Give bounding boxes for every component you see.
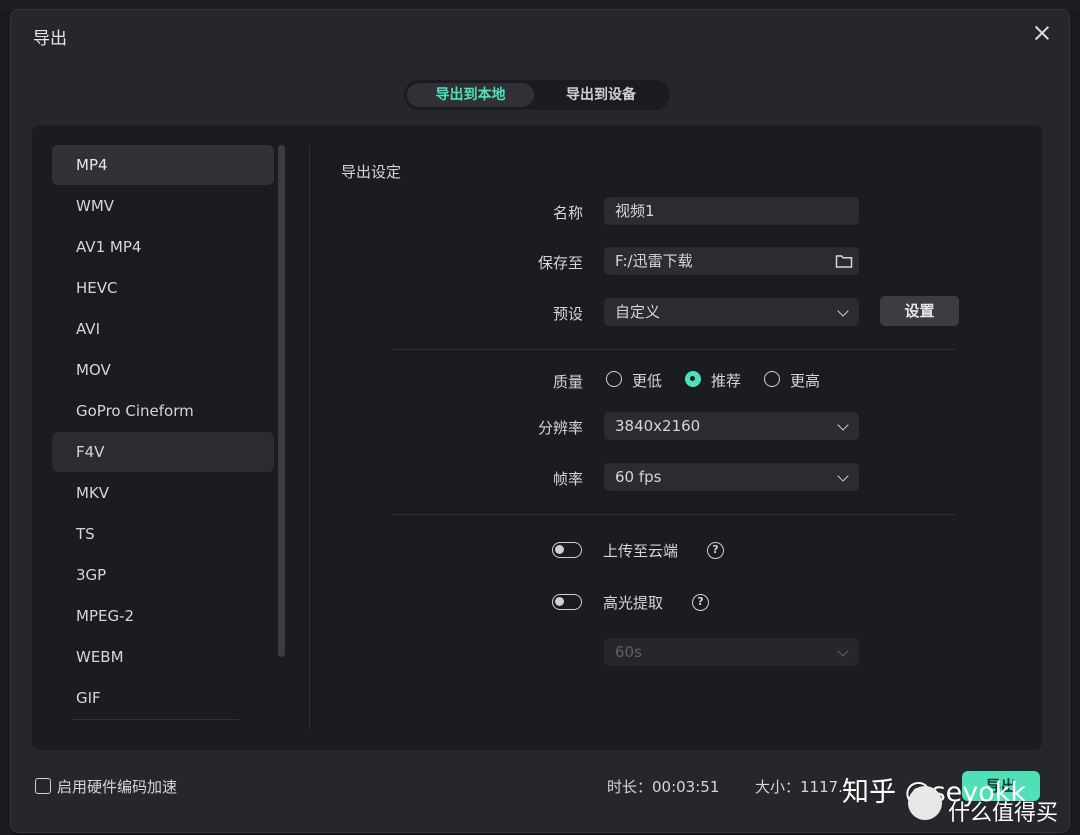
- close-icon[interactable]: [1031, 22, 1053, 44]
- save-path-field[interactable]: F:/迅雷下载: [604, 247, 859, 275]
- quality-higher-radio[interactable]: [764, 371, 780, 387]
- format-item[interactable]: AV1 MP4: [52, 227, 274, 267]
- format-item[interactable]: F4V: [52, 432, 274, 472]
- upload-cloud-label: 上传至云端: [603, 542, 679, 560]
- highlight-toggle[interactable]: [552, 594, 582, 610]
- help-icon[interactable]: ?: [692, 594, 709, 611]
- format-item[interactable]: MOV: [52, 350, 274, 390]
- preset-value: 自定义: [615, 303, 661, 321]
- help-icon[interactable]: ?: [707, 542, 724, 559]
- format-item[interactable]: WMV: [52, 186, 274, 226]
- quality-recommended-label: 推荐: [711, 372, 742, 390]
- format-list-scrollbar[interactable]: [278, 145, 285, 657]
- preset-label: 预设: [552, 305, 583, 323]
- quality-lower-label: 更低: [632, 372, 663, 390]
- name-input[interactable]: 视频1: [604, 197, 859, 225]
- upload-cloud-toggle[interactable]: [552, 542, 582, 558]
- highlight-label: 高光提取: [603, 594, 664, 612]
- duration-label: 时长：00:03:51: [607, 778, 720, 796]
- watermark-logo: [908, 786, 942, 820]
- hw-accel-label: 启用硬件编码加速: [57, 778, 178, 796]
- format-item[interactable]: 3GP: [52, 555, 274, 595]
- chevron-down-icon: [837, 470, 849, 482]
- export-panel: MP4 WMV AV1 MP4 HEVC AVI MOV GoPro Cinef…: [32, 125, 1042, 750]
- list-divider: [72, 719, 239, 720]
- fps-select[interactable]: 60 fps: [604, 463, 859, 491]
- background-app-topbar: [0, 0, 1080, 10]
- tab-export-device[interactable]: 导出到设备: [538, 83, 664, 107]
- tab-export-local[interactable]: 导出到本地: [407, 83, 534, 107]
- folder-icon[interactable]: [835, 253, 853, 269]
- format-item[interactable]: TS: [52, 514, 274, 554]
- highlight-duration-select: 60s: [604, 638, 859, 666]
- export-destination-tabs: 导出到本地 导出到设备: [404, 80, 670, 110]
- chevron-down-icon: [837, 645, 849, 657]
- dialog-title: 导出: [33, 29, 67, 49]
- resolution-select[interactable]: 3840x2160: [604, 412, 859, 440]
- format-item[interactable]: AVI: [52, 309, 274, 349]
- name-label: 名称: [552, 204, 583, 222]
- settings-divider: [392, 514, 955, 515]
- export-dialog: 导出 导出到本地 导出到设备 MP4 WMV AV1 MP4 HEVC AVI …: [11, 10, 1069, 832]
- resolution-value: 3840x2160: [615, 417, 701, 435]
- settings-divider: [392, 349, 955, 350]
- section-title: 导出设定: [341, 163, 402, 181]
- vertical-divider: [309, 145, 310, 730]
- chevron-down-icon: [837, 305, 849, 317]
- quality-label: 质量: [552, 373, 583, 391]
- chevron-down-icon: [837, 419, 849, 431]
- resolution-label: 分辨率: [537, 419, 583, 437]
- format-item[interactable]: MPEG-2: [52, 596, 274, 636]
- format-item[interactable]: WEBM: [52, 637, 274, 677]
- quality-recommended-radio[interactable]: [685, 371, 701, 387]
- format-item[interactable]: MP4: [52, 145, 274, 185]
- format-item[interactable]: GIF: [52, 678, 274, 718]
- quality-higher-label: 更高: [790, 372, 821, 390]
- watermark-subtext: 什么值得买: [948, 801, 1059, 826]
- format-item[interactable]: HEVC: [52, 268, 274, 308]
- save-to-label: 保存至: [537, 254, 583, 272]
- fps-value: 60 fps: [615, 468, 662, 486]
- format-item[interactable]: MKV: [52, 473, 274, 513]
- format-list: MP4 WMV AV1 MP4 HEVC AVI MOV GoPro Cinef…: [52, 145, 274, 719]
- save-path-value: F:/迅雷下载: [615, 252, 693, 270]
- quality-lower-radio[interactable]: [606, 371, 622, 387]
- format-item[interactable]: GoPro Cineform: [52, 391, 274, 431]
- preset-settings-button[interactable]: 设置: [880, 296, 959, 326]
- preset-select[interactable]: 自定义: [604, 298, 859, 326]
- highlight-duration-value: 60s: [615, 643, 642, 661]
- hw-accel-checkbox[interactable]: [35, 778, 51, 794]
- fps-label: 帧率: [552, 470, 583, 488]
- size-label: 大小：1117.: [755, 778, 843, 796]
